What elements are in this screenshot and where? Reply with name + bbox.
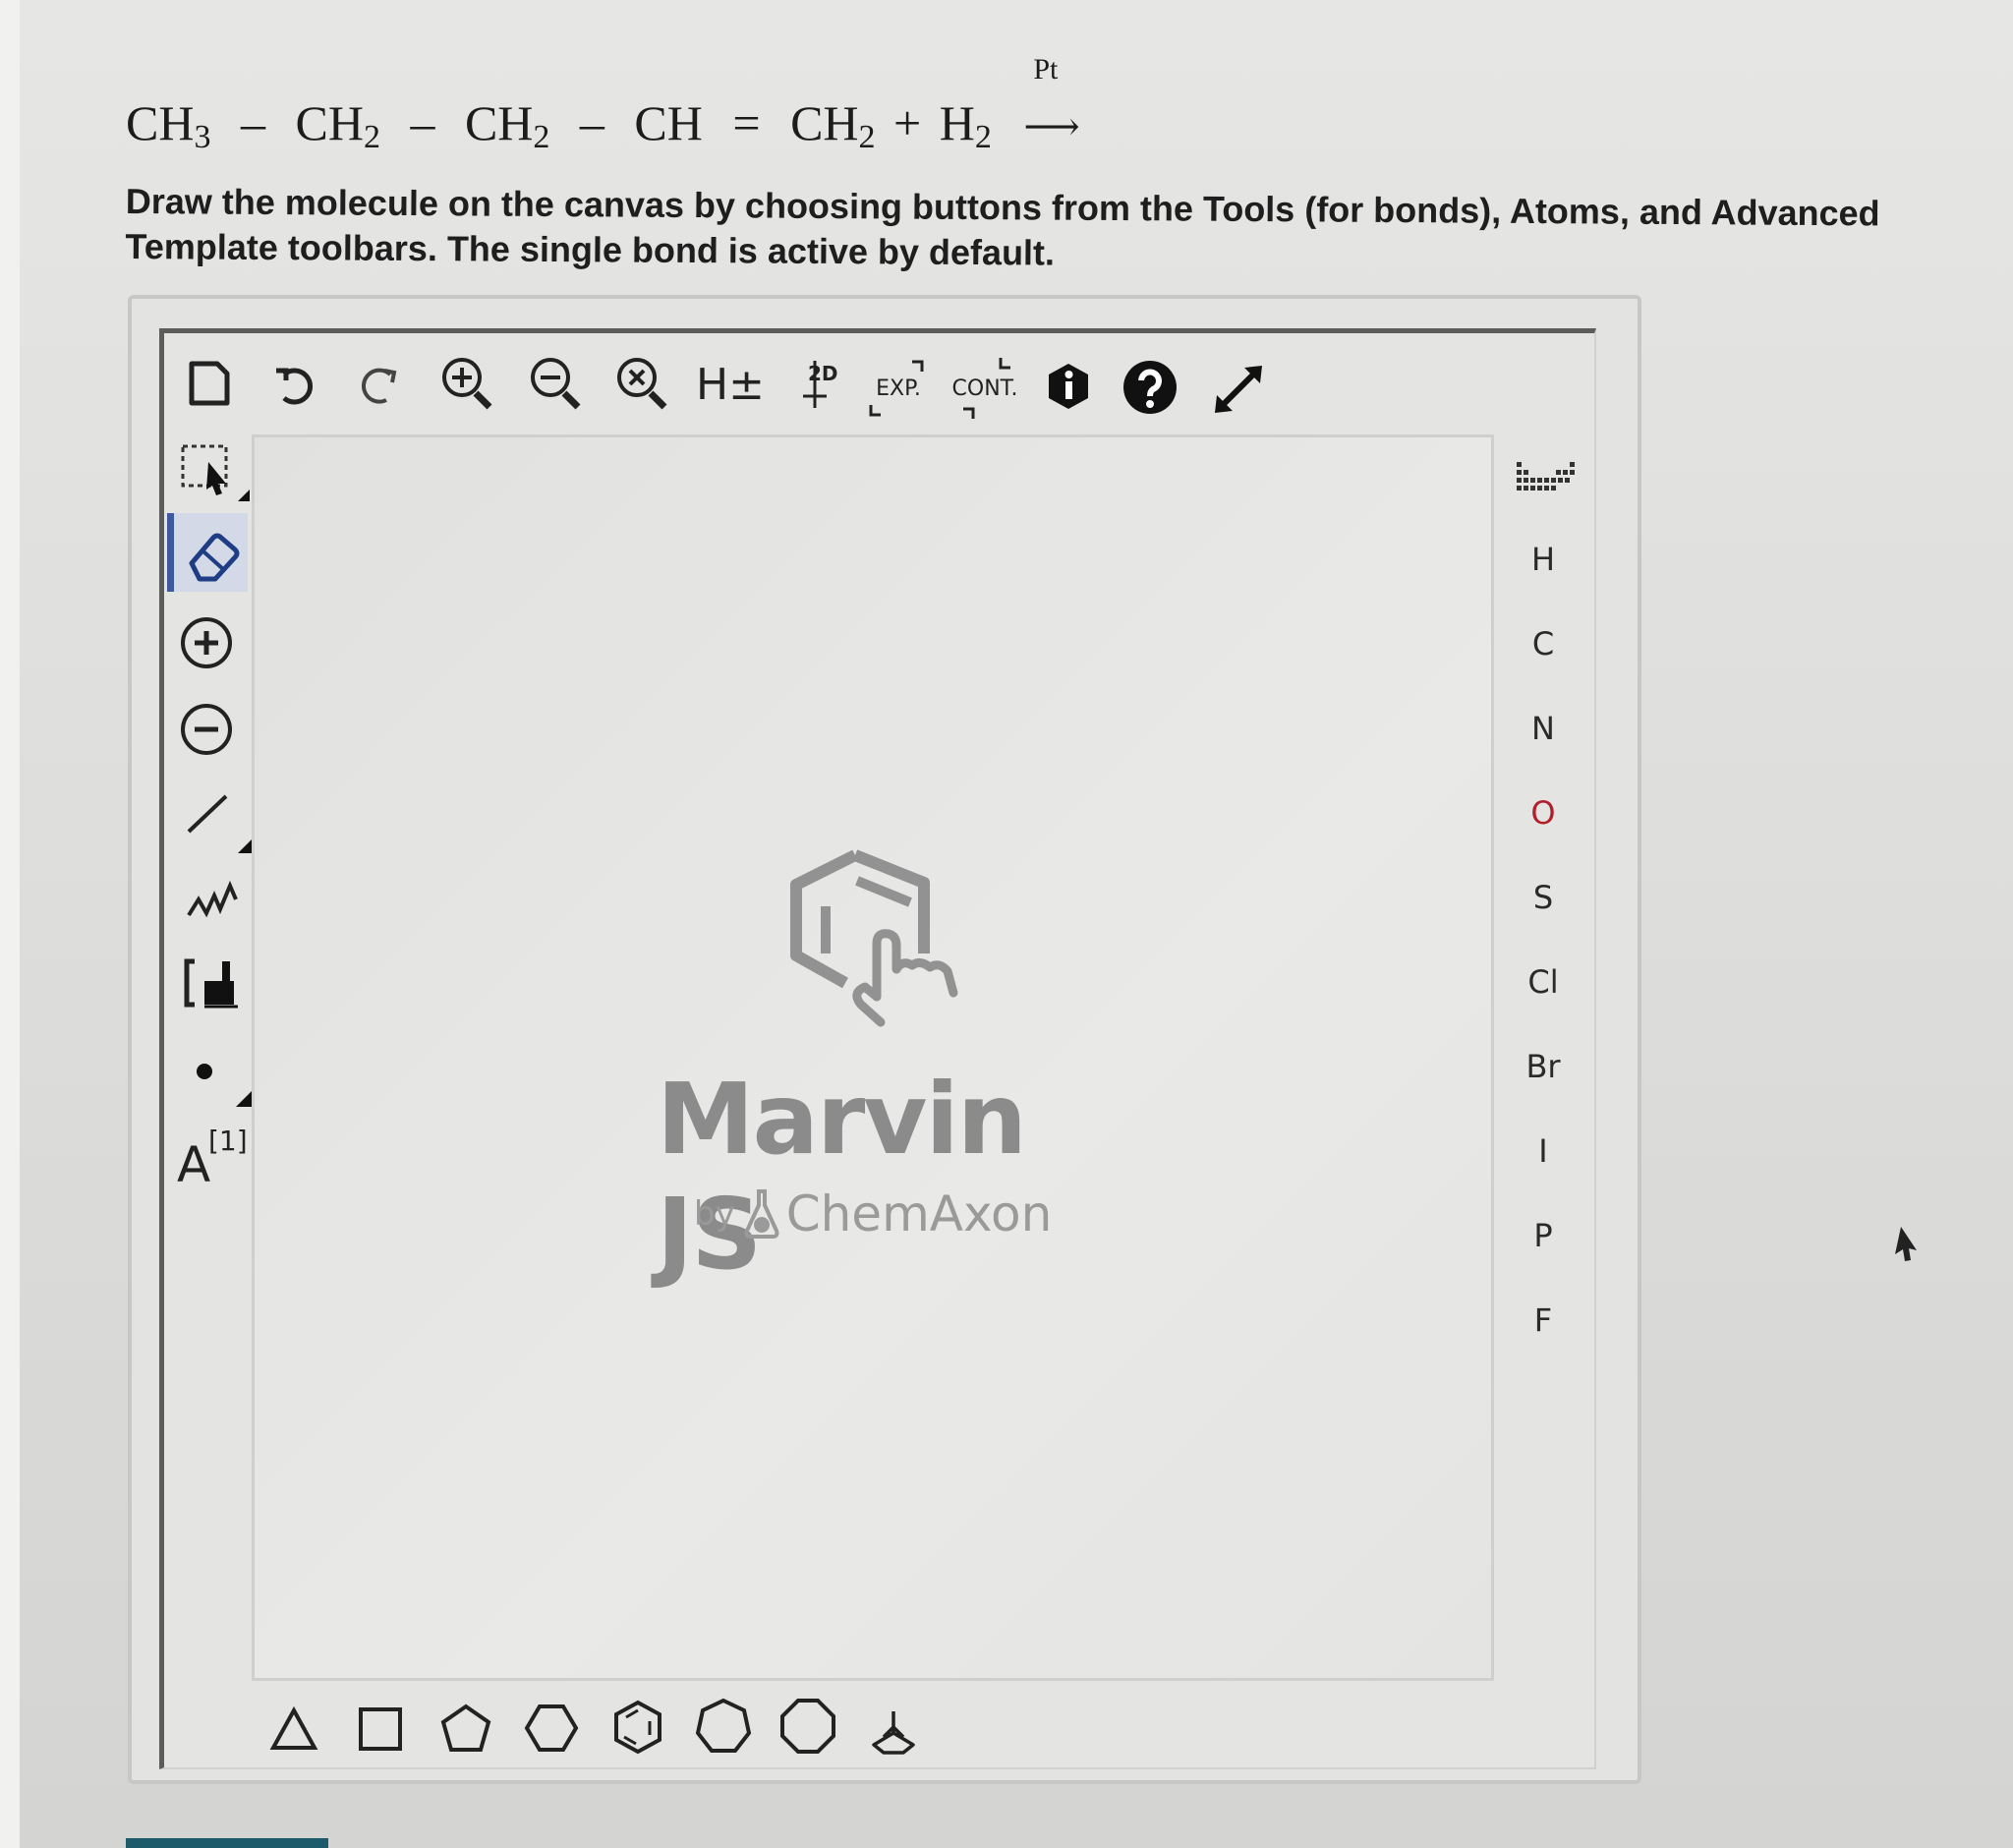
- single-bond-icon: [187, 794, 252, 853]
- reaction-equation: CH3 – CH2 – CH2 – CH = CH2 + H2 Pt ⟶: [126, 53, 1086, 156]
- selection-tool-button[interactable]: [177, 440, 254, 509]
- bracket-tool-button[interactable]: [181, 955, 246, 1011]
- atom-c-button[interactable]: C: [1514, 625, 1573, 663]
- marvin-brand: Marvin JS: [657, 1062, 1027, 1292]
- radical-icon: [197, 1064, 252, 1107]
- undo-icon: [276, 368, 314, 405]
- flask-icon: [744, 1189, 779, 1239]
- octagon-template-icon: [780, 1699, 835, 1754]
- charge-minus-icon: [181, 704, 232, 755]
- template-octagon-button[interactable]: [778, 1697, 837, 1756]
- help-icon: [1123, 361, 1177, 414]
- reaction-arrow: Pt ⟶: [1023, 53, 1086, 151]
- company-name: ChemAxon: [785, 1185, 1053, 1242]
- term-h2: H2: [939, 95, 992, 155]
- term-ch2-b: CH2: [464, 95, 550, 155]
- contract-group-button[interactable]: CONT.: [949, 354, 1020, 423]
- atom-map-letter: A: [177, 1136, 211, 1193]
- clean-2d-label: 2D: [808, 362, 838, 385]
- hydrogen-label: H±: [696, 359, 765, 410]
- atom-h-button[interactable]: H: [1514, 541, 1573, 578]
- template-benzene-button[interactable]: [609, 1699, 666, 1756]
- redo-icon: [362, 368, 397, 404]
- drawing-canvas[interactable]: [252, 434, 1494, 1681]
- chain-icon: [187, 880, 238, 918]
- double-bond-sign: =: [732, 95, 761, 150]
- atom-map-index: [1]: [208, 1125, 248, 1157]
- atom-br-button[interactable]: Br: [1514, 1048, 1573, 1085]
- template-hexagon-button[interactable]: [523, 1701, 580, 1756]
- zoom-in-button[interactable]: [438, 354, 497, 415]
- page-edge: [0, 0, 20, 1848]
- eraser-tool-button[interactable]: [179, 521, 248, 586]
- expand-group-button[interactable]: EXP.: [867, 356, 930, 421]
- zoom-out-icon: [531, 358, 581, 410]
- square-template-icon: [359, 1707, 402, 1751]
- add-remove-hydrogens-button[interactable]: H±: [696, 356, 765, 413]
- bracket-corners-icon: [869, 360, 924, 417]
- atom-cl-button[interactable]: Cl: [1514, 963, 1573, 1001]
- heptagon-template-icon: [695, 1698, 752, 1753]
- term-ch2-c: CH2: [790, 95, 876, 155]
- bracket-icon: [184, 958, 238, 1009]
- zoom-reset-button[interactable]: [613, 354, 672, 415]
- redo-button[interactable]: [354, 358, 407, 411]
- zoom-reset-icon: [617, 358, 667, 410]
- arrow-glyph: ⟶: [1023, 104, 1080, 148]
- term-ch: CH: [634, 95, 703, 150]
- template-heptagon-button[interactable]: [694, 1697, 753, 1756]
- atom-s-button[interactable]: S: [1514, 879, 1573, 916]
- template-triangle-button[interactable]: [267, 1703, 320, 1756]
- catalyst-label: Pt: [1033, 53, 1059, 86]
- info-button[interactable]: [1044, 362, 1093, 411]
- benzene-template-icon: [614, 1700, 661, 1755]
- atom-f-button[interactable]: F: [1514, 1301, 1573, 1339]
- info-icon: [1049, 364, 1088, 409]
- triangle-template-icon: [269, 1706, 318, 1750]
- help-button[interactable]: [1122, 360, 1178, 415]
- charge-plus-button[interactable]: [177, 613, 236, 672]
- template-square-button[interactable]: [354, 1703, 407, 1756]
- marvin-logo-icon: [786, 845, 983, 1037]
- zoom-out-button[interactable]: [527, 354, 586, 415]
- periodic-table-icon: [1517, 462, 1575, 491]
- hexagon-template-icon: [524, 1704, 579, 1752]
- fullscreen-button[interactable]: [1207, 360, 1270, 419]
- radical-tool-button[interactable]: [191, 1054, 256, 1113]
- pentagon-template-icon: [440, 1704, 491, 1752]
- mouse-cursor-icon: [1891, 1225, 1921, 1269]
- single-bond-button[interactable]: [181, 786, 254, 855]
- plus-sign: +: [893, 95, 922, 150]
- charge-minus-button[interactable]: [177, 700, 236, 759]
- charge-plus-icon: [181, 617, 232, 668]
- by-label: by: [694, 1194, 735, 1234]
- undo-button[interactable]: [267, 358, 320, 411]
- chain-tool-button[interactable]: [183, 877, 242, 922]
- atom-i-button[interactable]: I: [1514, 1132, 1573, 1170]
- instructions-text: Draw the molecule on the canvas by choos…: [125, 180, 1880, 273]
- atom-map-button[interactable]: A [1]: [177, 1121, 252, 1193]
- term-ch2-a: CH2: [295, 95, 380, 155]
- new-document-button[interactable]: [183, 356, 236, 411]
- clean-2d-button[interactable]: 2D: [786, 354, 845, 415]
- byline: by ChemAxon: [694, 1185, 1052, 1242]
- single-bond-sign: –: [410, 95, 435, 150]
- selection-icon: [181, 444, 250, 501]
- atom-p-button[interactable]: P: [1514, 1217, 1573, 1254]
- new-document-icon: [189, 361, 230, 406]
- fullscreen-icon: [1215, 366, 1262, 413]
- single-bond-sign: –: [240, 95, 265, 150]
- template-bicyclic-button[interactable]: [865, 1706, 922, 1758]
- atom-o-button[interactable]: O: [1514, 794, 1573, 832]
- term-ch3: CH3: [126, 95, 211, 155]
- submit-button-edge[interactable]: [126, 1838, 328, 1848]
- bicyclic-template-icon: [872, 1711, 915, 1755]
- zoom-in-icon: [442, 358, 492, 410]
- bracket-corners-icon: [963, 358, 1010, 419]
- eraser-icon: [189, 533, 240, 582]
- atom-n-button[interactable]: N: [1514, 710, 1573, 747]
- periodic-table-button[interactable]: [1514, 456, 1577, 499]
- template-pentagon-button[interactable]: [438, 1701, 493, 1756]
- single-bond-sign: –: [579, 95, 604, 150]
